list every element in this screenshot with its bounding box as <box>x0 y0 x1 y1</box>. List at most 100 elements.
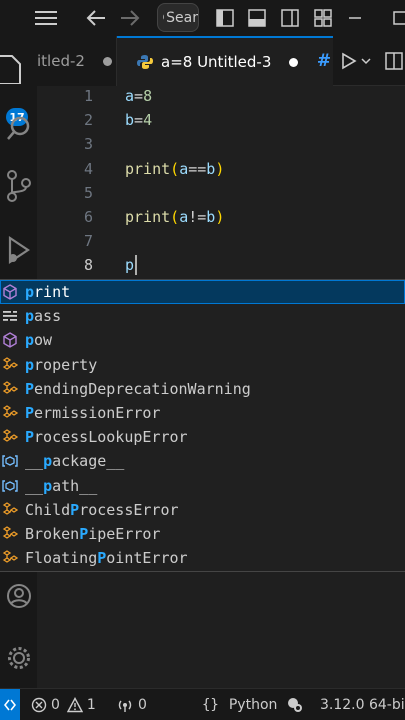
code-text: p <box>125 256 135 274</box>
run-python-file-icon[interactable] <box>339 43 359 79</box>
current-code-line: 8 p <box>37 253 405 277</box>
class-icon <box>1 380 19 398</box>
warning-icon <box>66 697 83 713</box>
code-line: 2 b=4 <box>37 108 405 132</box>
suggestion-item[interactable]: ChildProcessError <box>0 498 405 522</box>
variable-icon <box>1 477 19 495</box>
chevron-down-icon[interactable] <box>359 43 373 79</box>
suggestion-item[interactable]: PermissionError <box>0 401 405 425</box>
suggestion-label: PermissionError <box>25 404 161 422</box>
split-editor-icon[interactable] <box>385 43 405 79</box>
suggestion-label: __package__ <box>25 452 125 471</box>
status-bar: 0 1 0 {} Python 3.12.0 64-bit <box>0 688 405 720</box>
class-icon <box>1 549 19 567</box>
python-file-icon <box>137 55 153 69</box>
customize-layout-icon[interactable] <box>312 0 334 36</box>
ports-count: 0 <box>138 697 147 713</box>
suggestion-item[interactable]: ProcessLookupError <box>0 425 405 449</box>
unsaved-dot-icon[interactable] <box>102 56 112 66</box>
suggestion-item[interactable]: __package__ <box>0 449 405 473</box>
code-line: 7 <box>37 229 405 253</box>
editor-tab-bar: itled-2 a=8 Untitled-3 # <box>37 36 405 86</box>
suggestion-label: pow <box>25 331 53 350</box>
toggle-primary-sidebar-icon[interactable] <box>214 0 236 36</box>
suggestion-label: pass <box>25 307 62 326</box>
hash-icon[interactable]: # <box>313 43 335 79</box>
maximize-icon[interactable] <box>392 0 405 36</box>
class-icon <box>1 525 19 543</box>
settings-gear-icon[interactable] <box>0 640 37 676</box>
suggestion-item[interactable]: __path__ <box>0 474 405 498</box>
code-line: 5 <box>37 181 405 205</box>
tab-label: itled-2 <box>37 52 85 70</box>
error-count: 0 <box>51 697 60 713</box>
suggestion-item[interactable]: FloatingPointError <box>0 546 405 570</box>
tab-untitled-2[interactable]: itled-2 <box>37 36 117 86</box>
suggestion-item[interactable]: PendingDeprecationWarning <box>0 377 405 401</box>
line-number: 3 <box>83 135 93 153</box>
remote-icon <box>4 699 16 711</box>
line-number: 7 <box>83 232 93 250</box>
broadcast-icon <box>118 700 132 712</box>
forward-arrow-icon[interactable] <box>118 0 142 36</box>
keyword-icon <box>1 307 19 325</box>
problems-indicator[interactable]: 0 1 <box>31 689 96 720</box>
class-icon <box>1 428 19 446</box>
python-extension-status[interactable] <box>287 689 303 720</box>
class-icon <box>1 501 19 519</box>
search-icon[interactable] <box>0 110 37 146</box>
code-text: b=4 <box>125 111 153 129</box>
python-interpreter[interactable]: 3.12.0 64-bit <box>320 689 405 720</box>
method-icon <box>1 331 19 349</box>
code-line: 1 a=8 <box>37 84 405 108</box>
line-number: 2 <box>83 111 93 129</box>
line-number: 8 <box>83 256 93 274</box>
code-text: print(a==b) <box>125 160 225 178</box>
suggestion-label: ProcessLookupError <box>25 428 188 447</box>
suggestion-label: ChildProcessError <box>25 500 179 519</box>
python-extension-icon <box>288 698 302 712</box>
command-center-search[interactable]: Sear <box>157 3 199 32</box>
suggestion-label: FloatingPointError <box>25 549 188 568</box>
text-cursor <box>135 255 137 275</box>
suggestion-item[interactable]: pow <box>0 328 405 352</box>
language-mode[interactable]: {} Python <box>202 689 277 720</box>
explorer-files-icon[interactable] <box>0 54 37 84</box>
braces-icon: {} <box>202 697 219 713</box>
code-text: print(a!=b) <box>125 208 225 226</box>
suggestion-label: print <box>25 283 71 301</box>
suggestion-item[interactable]: property <box>0 353 405 377</box>
minimize-icon[interactable] <box>344 0 366 36</box>
tab-untitled-3[interactable]: a=8 Untitled-3 <box>117 36 333 86</box>
line-number: 6 <box>83 208 93 226</box>
suggestion-label: PendingDeprecationWarning <box>25 379 251 398</box>
suggestion-item[interactable]: pass <box>0 304 405 328</box>
suggestion-label: __path__ <box>25 476 98 495</box>
run-and-debug-icon[interactable] <box>0 232 37 268</box>
title-bar: Sear <box>0 0 405 36</box>
toggle-secondary-sidebar-icon[interactable] <box>279 0 301 36</box>
unsaved-dot-icon[interactable] <box>289 57 299 67</box>
interpreter-label: 3.12.0 64-bit <box>320 697 405 713</box>
suggestion-label: BrokenPipeError <box>25 525 161 543</box>
accounts-icon[interactable] <box>0 578 37 614</box>
language-label: Python <box>228 697 278 713</box>
toggle-panel-icon[interactable] <box>246 0 268 36</box>
code-line: 6 print(a!=b) <box>37 205 405 229</box>
line-number: 5 <box>83 184 93 202</box>
autocomplete-suggestions: print pass pow property PendingDeprecationWa… <box>0 279 405 572</box>
ports-indicator[interactable]: 0 <box>117 689 147 720</box>
menu-icon[interactable] <box>32 0 60 36</box>
suggestion-item[interactable]: print <box>0 280 405 304</box>
code-text: a=8 <box>125 87 153 105</box>
source-control-icon[interactable] <box>0 166 37 206</box>
tab-label: a=8 Untitled-3 <box>161 53 272 71</box>
remote-indicator[interactable] <box>0 689 20 720</box>
method-icon <box>1 283 19 301</box>
back-arrow-icon[interactable] <box>84 0 108 36</box>
error-icon <box>31 697 47 713</box>
suggestion-label: property <box>25 355 98 374</box>
suggestion-item[interactable]: BrokenPipeError <box>0 522 405 546</box>
code-line: 3 <box>37 132 405 156</box>
variable-icon <box>1 452 19 470</box>
